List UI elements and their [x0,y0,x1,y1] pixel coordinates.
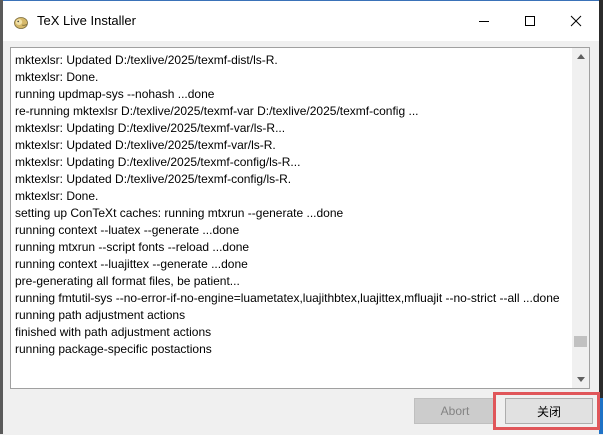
log-line: running path adjustment actions [15,308,186,322]
log-line: running package-specific postactions [15,342,212,356]
close-icon [570,15,582,27]
log-line: pre-generating all format files, be pati… [15,274,240,288]
installer-window: TeX Live Installer mktexlsr: Updated D:/… [3,0,600,435]
log-output[interactable]: mktexlsr: Updated D:/texlive/2025/texmf-… [10,47,590,389]
maximize-button[interactable] [507,1,553,41]
minimize-icon [479,21,489,22]
close-window-button[interactable] [553,1,599,41]
log-line: mktexlsr: Updated D:/texlive/2025/texmf-… [15,172,292,186]
vertical-scrollbar[interactable] [572,48,589,388]
log-line: running context --luajittex --generate .… [15,257,248,271]
abort-button[interactable]: Abort [414,398,496,424]
scrollbar-thumb[interactable] [574,336,587,348]
log-line: mktexlsr: Updated D:/texlive/2025/texmf-… [15,53,278,67]
log-line: finished with path adjustment actions [15,325,212,339]
scroll-down-arrow-icon [576,377,585,382]
scroll-up-button[interactable] [572,48,589,65]
log-line: mktexlsr: Done. [15,70,99,84]
scroll-up-arrow-icon [576,54,585,59]
log-line: mktexlsr: Updating D:/texlive/2025/texmf… [15,121,286,135]
title-bar[interactable]: TeX Live Installer [3,1,599,41]
log-line: running context --luatex --generate ...d… [15,223,240,237]
highlight-box [493,392,600,430]
maximize-icon [525,16,535,26]
log-line: mktexlsr: Done. [15,189,99,203]
log-line: re-running mktexlsr D:/texlive/2025/texm… [15,104,419,118]
log-line: running updmap-sys --nohash ...done [15,87,215,101]
log-line: mktexlsr: Updating D:/texlive/2025/texmf… [15,155,301,169]
log-line: running mtxrun --script fonts --reload .… [15,240,250,254]
log-text: mktexlsr: Updated D:/texlive/2025/texmf-… [15,52,571,358]
window-title: TeX Live Installer [37,13,136,28]
scroll-down-button[interactable] [572,371,589,388]
desktop-background-right [599,0,603,434]
tex-live-lion-icon [14,17,28,29]
log-line: setting up ConTeXt caches: running mtxru… [15,206,344,220]
minimize-button[interactable] [461,1,507,41]
log-line: running fmtutil-sys --no-error-if-no-eng… [15,291,560,305]
log-line: mktexlsr: Updated D:/texlive/2025/texmf-… [15,138,276,152]
